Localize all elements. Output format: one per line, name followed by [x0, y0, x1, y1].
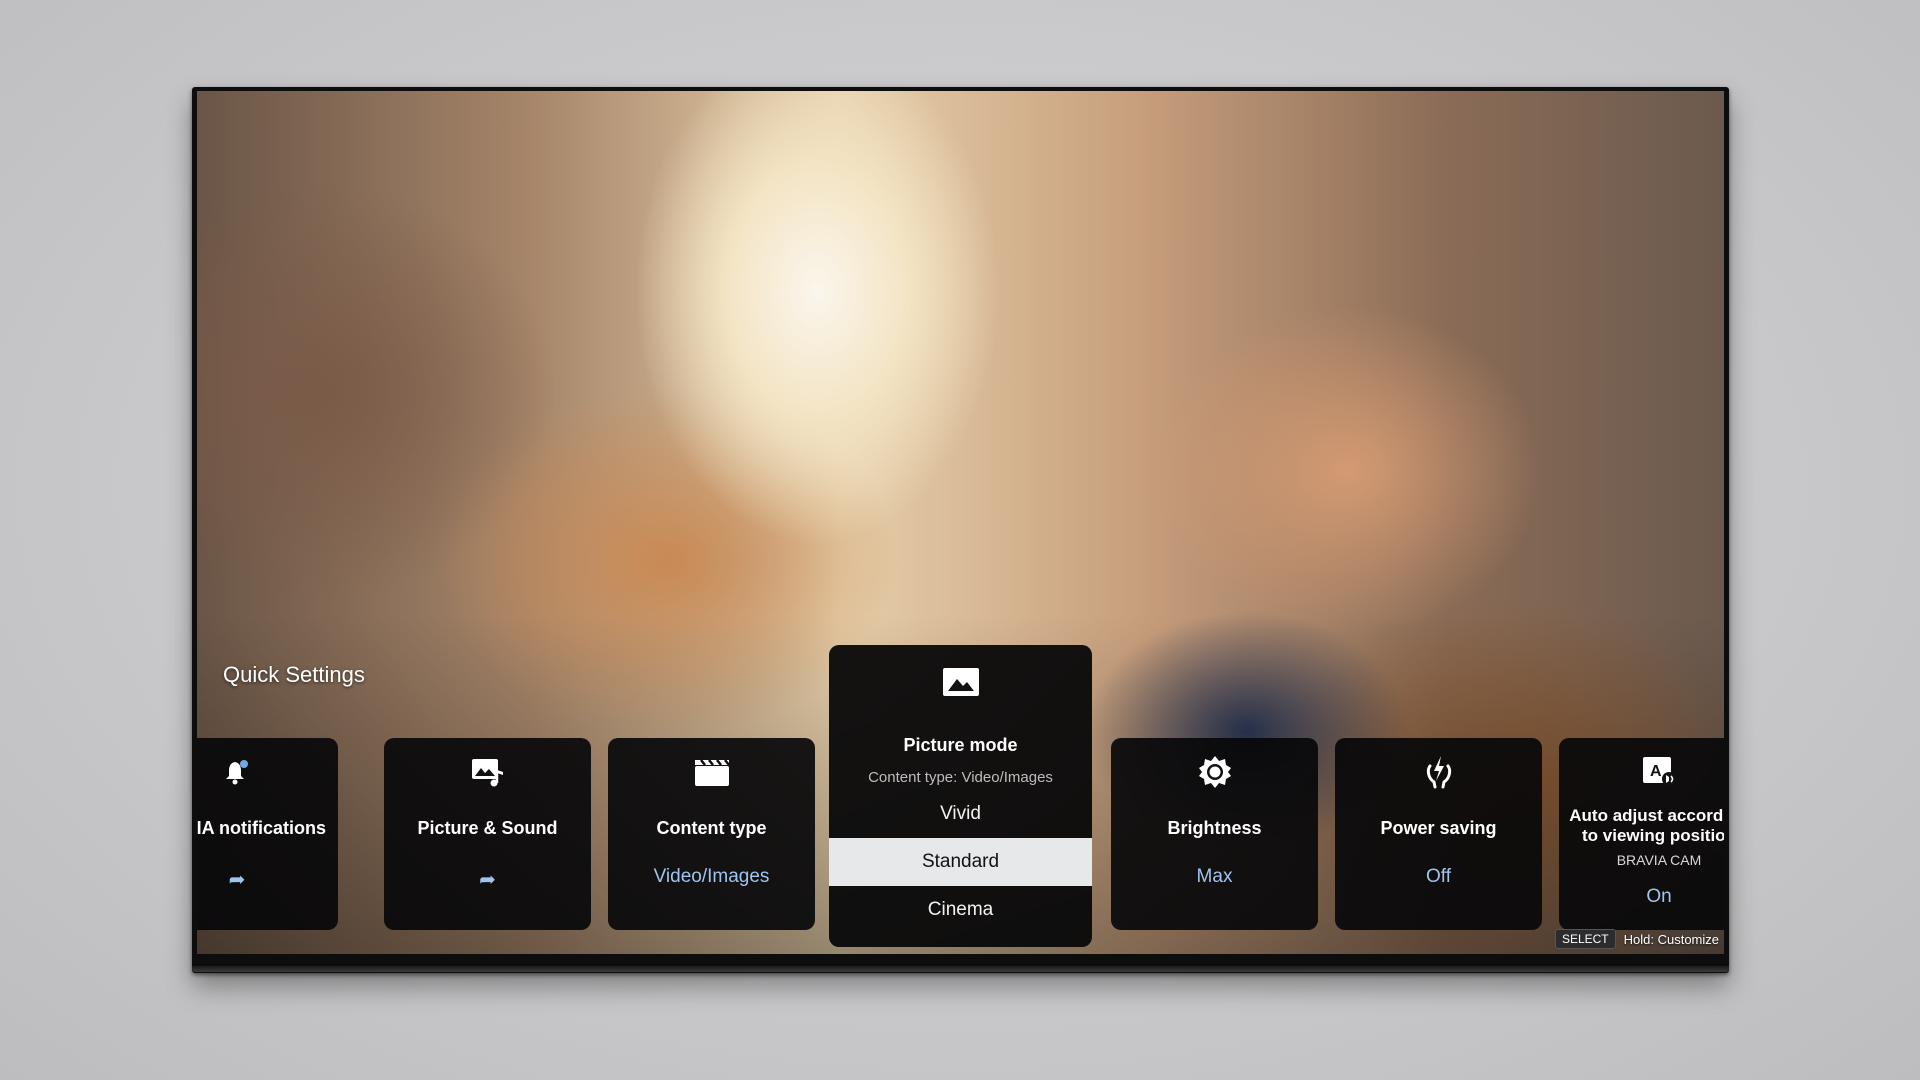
card-picture-sound[interactable]: Picture & Sound ➦ — [384, 738, 591, 930]
option-cinema[interactable]: Cinema — [829, 886, 1092, 934]
card-title: Auto adjust according to viewing positio… — [1569, 806, 1724, 845]
card-title: BRAVIA notifications — [197, 818, 326, 838]
card-subtitle: Content type: Video/Images — [868, 769, 1053, 786]
option-vivid[interactable]: Vivid — [829, 790, 1092, 838]
select-key-badge: SELECT — [1554, 929, 1616, 949]
card-value: Off — [1426, 866, 1451, 887]
card-subtitle: BRAVIA CAM — [1616, 852, 1702, 868]
card-title: Content type — [656, 818, 767, 838]
card-value: Max — [1196, 866, 1233, 887]
card-value: Video/Images — [653, 866, 770, 887]
card-title: Picture mode — [903, 735, 1018, 755]
card-brightness[interactable]: Brightness Max — [1111, 738, 1318, 930]
card-value: On — [1646, 886, 1672, 907]
card-content-type[interactable]: Content type Video/Images — [608, 738, 815, 930]
auto-adjust-icon: A — [1559, 754, 1724, 790]
option-standard[interactable]: Standard — [829, 838, 1092, 886]
picture-sound-icon — [384, 754, 591, 790]
card-auto-adjust[interactable]: A Auto adjust according to viewing posit… — [1559, 738, 1724, 930]
card-title: Picture & Sound — [417, 818, 558, 838]
open-arrow-icon: ➦ — [479, 869, 496, 891]
image-icon — [829, 667, 1092, 697]
tv-screen: Quick Settings BRAVIA notifications ➦ — [197, 91, 1724, 954]
card-title: Power saving — [1380, 818, 1497, 838]
card-picture-mode-expanded[interactable]: Picture mode Content type: Video/Images … — [829, 645, 1092, 947]
card-power-saving[interactable]: Power saving Off — [1335, 738, 1542, 930]
tv-frame: Quick Settings BRAVIA notifications ➦ — [192, 87, 1729, 973]
card-bravia-notifications[interactable]: BRAVIA notifications ➦ — [197, 738, 338, 930]
power-saving-icon — [1335, 754, 1542, 790]
hint-text: Hold: Customize — [1623, 931, 1719, 947]
clapperboard-icon — [608, 754, 815, 790]
bell-icon — [207, 754, 267, 790]
quick-settings-cards: BRAVIA notifications ➦ Picture & Sound ➦ — [197, 91, 1724, 954]
open-arrow-icon: ➦ — [228, 869, 246, 891]
card-title: Brightness — [1167, 818, 1262, 838]
brightness-icon — [1111, 754, 1318, 790]
picture-mode-options: Vivid Standard Cinema — [829, 790, 1092, 934]
tv-bottom-bezel — [192, 966, 1729, 972]
customize-hint: SELECT Hold: Customize — [1554, 929, 1719, 949]
svg-text:A: A — [1650, 763, 1662, 780]
